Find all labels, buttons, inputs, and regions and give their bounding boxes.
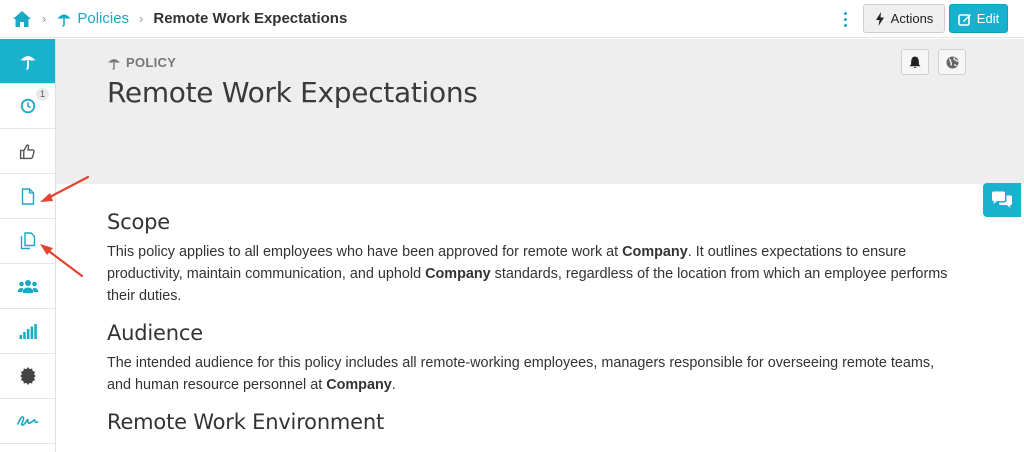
page-title: Remote Work Expectations [107,76,478,109]
actions-button[interactable]: Actions [863,4,945,33]
breadcrumb-current: Remote Work Expectations [153,10,348,27]
more-options-icon[interactable] [838,8,852,30]
notifications-button[interactable] [901,49,929,75]
breadcrumb-policies-label: Policies [77,10,130,27]
policy-content: Scope This policy applies to all employe… [107,210,957,441]
history-count-badge: 1 [36,88,49,101]
sidebar-item-certifications[interactable] [0,354,55,399]
annotation-arrow-copies [40,244,84,278]
sidebar-item-policy[interactable] [0,39,55,84]
users-icon [17,279,38,293]
breadcrumb-policies-link[interactable]: Policies [56,10,129,27]
actions-button-label: Actions [890,11,934,26]
annotation-arrow-document [40,175,90,202]
page-header: POLICY Remote Work Expectations [56,39,1024,184]
bolt-icon [875,11,884,26]
edit-icon [957,13,971,26]
bell-icon [909,56,921,68]
scope-heading: Scope [107,210,170,234]
edit-button[interactable]: Edit [949,4,1008,33]
sidebar-item-history[interactable]: 1 [0,84,55,129]
scope-paragraph: This policy applies to all employees who… [107,244,948,304]
chat-bubbles-icon [992,191,1012,208]
home-icon[interactable] [12,10,32,28]
certificate-icon [19,367,36,385]
audience-heading: Audience [107,321,203,345]
thumbs-up-icon [19,143,35,159]
sidebar-item-approvals[interactable] [0,129,55,174]
breadcrumb-separator: › [139,11,144,26]
breadcrumb: › Policies › Remote Work Expectations [0,0,347,38]
chat-button[interactable] [983,183,1021,217]
umbrella-icon [57,14,72,27]
sidebar-item-analytics[interactable] [0,309,55,354]
copy-documents-icon [20,232,35,250]
remote-work-environment-heading: Remote Work Environment [107,410,385,434]
signal-bars-icon [19,323,37,339]
breadcrumb-separator: › [42,11,47,26]
globe-icon [946,56,958,68]
edit-button-label: Edit [976,11,1000,26]
sidebar-item-signatures[interactable] [0,399,55,444]
top-bar: › Policies › Remote Work Expectations Ac… [0,0,1024,38]
page-kicker: POLICY [107,55,176,70]
language-button[interactable] [938,49,966,75]
umbrella-icon [19,55,36,70]
document-icon [21,187,34,205]
audience-paragraph: The intended audience for this policy in… [107,355,935,393]
clock-icon [20,98,35,114]
signature-icon [16,416,38,426]
umbrella-icon [107,58,121,70]
page-kicker-label: POLICY [126,55,177,70]
